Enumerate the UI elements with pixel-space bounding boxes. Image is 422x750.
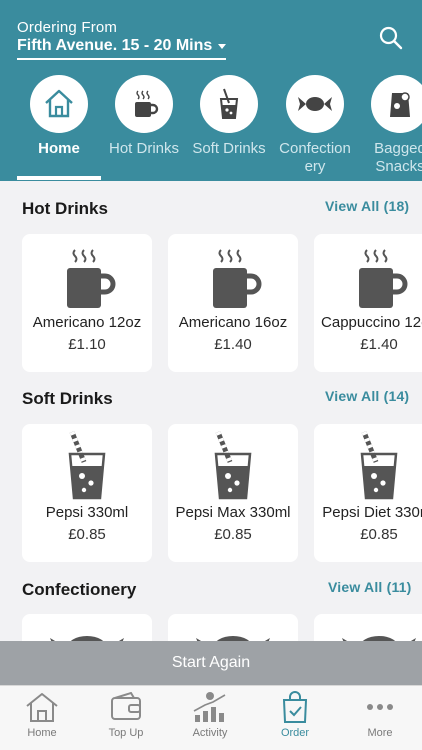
category-label: Soft Drinks [192, 140, 266, 157]
category-confectionery[interactable]: Confection ery [272, 75, 358, 176]
category-label: Hot Drinks [108, 140, 179, 157]
category-bagged-snacks[interactable]: Bagged Snacks [357, 75, 422, 176]
mug-icon [359, 249, 408, 308]
product-price: £0.85 [214, 526, 252, 543]
ordering-from-label: Ordering From [17, 19, 118, 36]
glass-straw-icon [360, 431, 398, 500]
product-name: Cappuccino 12oz [321, 314, 422, 331]
section-title-confectionery: Confectionery [22, 580, 137, 599]
category-soft-drinks[interactable]: Soft Drinks [186, 75, 272, 158]
view-all-confectionery-link[interactable]: View All (11) [328, 579, 412, 595]
active-category-underline [17, 176, 101, 180]
section-title-hot-drinks: Hot Drinks [22, 199, 108, 218]
glass-straw-icon [214, 431, 252, 500]
search-button[interactable] [378, 25, 404, 51]
section-title-soft-drinks: Soft Drinks [22, 389, 113, 408]
candy-icon [298, 97, 332, 111]
product-name: Pepsi Max 330ml [175, 504, 291, 521]
activity-chart-icon [193, 692, 226, 722]
tab-order[interactable]: Order [253, 689, 337, 739]
home-icon [26, 693, 58, 722]
product-price: £1.40 [360, 336, 398, 353]
tab-more[interactable]: More [338, 689, 422, 739]
category-label: Confection ery [279, 140, 351, 175]
view-all-hot-drinks-link[interactable]: View All (18) [325, 198, 409, 214]
category-icon-circle [30, 75, 88, 133]
product-price: £1.10 [68, 336, 106, 353]
product-name: Pepsi Diet 330ml [322, 504, 422, 521]
location-selector[interactable]: Fifth Avenue. 15 - 20 Mins [17, 37, 227, 60]
product-price: £0.85 [360, 526, 398, 543]
product-card[interactable]: Americano 12oz £1.10 [22, 234, 152, 372]
product-image [168, 240, 298, 310]
tab-label: Top Up [108, 727, 144, 739]
product-image [314, 240, 422, 310]
mug-icon [67, 249, 116, 308]
tab-icon-wrap [338, 689, 422, 725]
more-dots-icon [367, 704, 393, 710]
product-card[interactable]: Pepsi Diet 330ml £0.85 [314, 424, 422, 562]
product-card[interactable]: Americano 16oz £1.40 [168, 234, 298, 372]
view-all-soft-drinks-link[interactable]: View All (14) [325, 388, 409, 404]
product-image [168, 430, 298, 500]
category-icon-circle [371, 75, 422, 133]
home-icon [45, 89, 73, 118]
product-price: £1.40 [214, 336, 252, 353]
category-icon-circle [200, 75, 258, 133]
category-home[interactable]: Home [16, 75, 102, 158]
category-icon-circle [286, 75, 344, 133]
tab-activity[interactable]: Activity [168, 689, 252, 739]
start-again-button[interactable]: Start Again [0, 641, 422, 685]
product-name: Americano 12oz [32, 314, 142, 331]
search-icon [379, 26, 403, 50]
tab-icon-wrap [253, 689, 337, 725]
tab-home[interactable]: Home [0, 689, 84, 739]
tab-top-up[interactable]: Top Up [84, 689, 168, 739]
category-hot-drinks[interactable]: Hot Drinks [101, 75, 187, 158]
tab-label: Order [280, 727, 310, 739]
category-label: Home [38, 140, 80, 157]
snack-bag-icon [390, 92, 410, 117]
mug-icon [135, 90, 159, 117]
tab-label: Home [27, 727, 57, 739]
product-card[interactable]: Pepsi 330ml £0.85 [22, 424, 152, 562]
category-label: Bagged Snacks [374, 140, 422, 175]
product-card[interactable]: Cappuccino 12oz £1.40 [314, 234, 422, 372]
app-header: Ordering From Fifth Avenue. 15 - 20 Mins… [0, 0, 422, 181]
bottom-tab-bar: Home Top Up Activity Order More [0, 685, 422, 750]
tab-label: More [367, 727, 393, 739]
product-image [22, 430, 152, 500]
product-image [22, 240, 152, 310]
tab-icon-wrap [168, 689, 252, 725]
product-name: Americano 16oz [178, 314, 288, 331]
glass-straw-icon [219, 88, 239, 119]
wallet-icon [111, 692, 141, 720]
product-price: £0.85 [68, 526, 106, 543]
tab-icon-wrap [0, 689, 84, 725]
product-card[interactable]: Pepsi Max 330ml £0.85 [168, 424, 298, 562]
category-icon-circle [115, 75, 173, 133]
product-image [314, 430, 422, 500]
glass-straw-icon [68, 431, 106, 500]
tab-label: Activity [192, 727, 228, 739]
location-text: Fifth Avenue. 15 - 20 Mins [17, 37, 213, 54]
shopping-bag-icon [282, 691, 308, 723]
chevron-down-icon [218, 43, 227, 49]
tab-icon-wrap [84, 689, 168, 725]
product-name: Pepsi 330ml [45, 504, 129, 521]
mug-icon [213, 249, 262, 308]
category-strip: Home Hot Drinks Soft Drinks Confection e… [0, 75, 422, 181]
